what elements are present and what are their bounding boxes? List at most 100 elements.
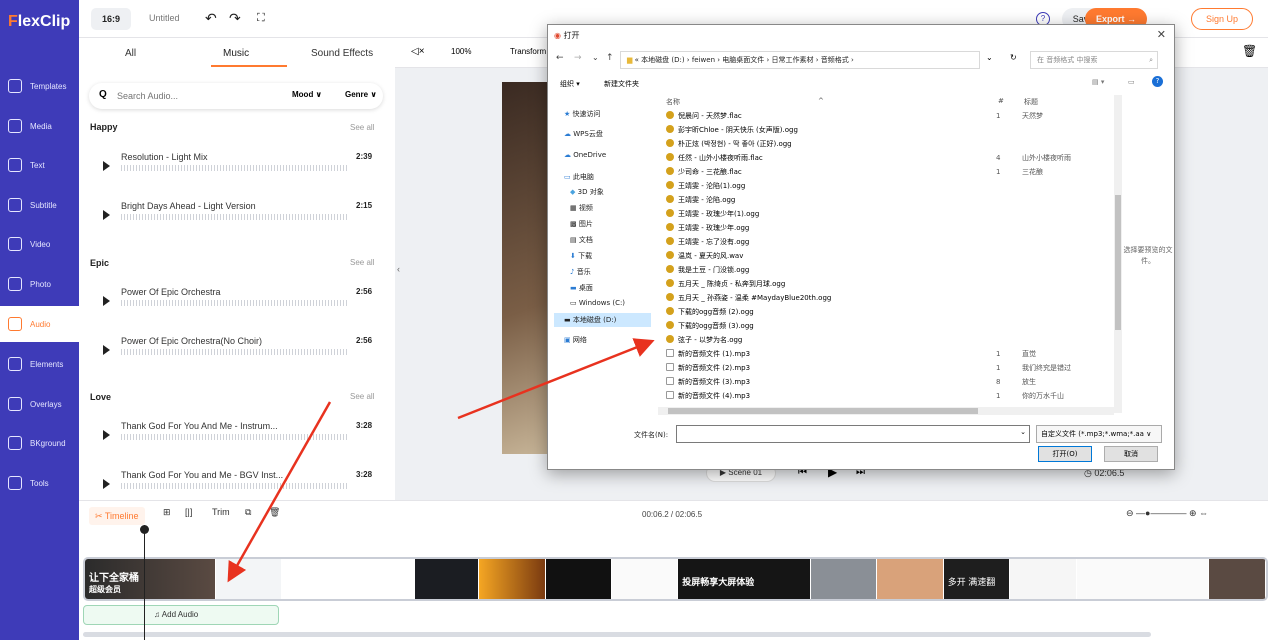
delete-icon[interactable]: 🗑 [269,507,280,518]
see-all-link[interactable]: See all [350,392,374,401]
transform-button[interactable]: Transform [510,47,546,56]
add-audio-button[interactable]: ♫ Add Audio [83,605,279,625]
playhead[interactable] [140,525,149,640]
video-clip[interactable] [877,559,944,599]
redo-icon[interactable]: ↷ [229,10,241,27]
play-icon[interactable] [103,430,110,440]
help-icon[interactable]: ? [1152,76,1163,87]
sidebar-item-video[interactable]: Video [0,226,79,262]
filename-input[interactable]: ⌄ [676,425,1030,443]
file-row[interactable]: 弦子 - 以梦为名.ogg [666,333,1116,347]
sidebar-item-audio[interactable]: Audio [0,306,79,342]
timeline-toggle[interactable]: ✂ Timeline [89,507,145,525]
track-item[interactable]: Bright Days Ahead - Light Version 2:15 [99,199,377,229]
zoom-dropdown[interactable]: 100% [451,47,471,56]
track-item[interactable]: Thank God For You and Me - BGV Inst... 3:… [99,468,377,498]
track-item[interactable]: Power Of Epic Orchestra(No Choir) 2:56 [99,334,377,364]
preview-pane-icon[interactable]: ▭ [1128,78,1135,86]
tab-all[interactable]: All [125,48,136,59]
aspect-ratio-button[interactable]: 16:9 [91,8,131,30]
file-list-hscroll[interactable] [658,407,1114,415]
nav-music[interactable]: ♪ 音乐 [570,267,591,277]
file-row[interactable]: 倪晨问 - 天然梦.flac 1 天然梦 [666,109,1116,123]
nav-onedrive[interactable]: ☁ OneDrive [564,151,606,159]
tab-sound-effects[interactable]: Sound Effects [311,48,373,59]
video-clip[interactable] [545,559,612,599]
nav-downloads[interactable]: ⬇ 下载 [570,251,592,261]
add-scene-icon[interactable]: ⊞ [163,507,171,518]
file-row[interactable]: 王靖雯 - 玫瑰少年(1).ogg [666,207,1116,221]
file-row[interactable]: 朴正炫 (박정현) - 딱 좋아 (正好).ogg [666,137,1116,151]
nav-pictures[interactable]: ▩ 图片 [570,219,593,229]
forward-icon[interactable]: → [574,53,582,63]
nav-this-pc[interactable]: ▭ 此电脑 [564,172,594,182]
view-options-icon[interactable]: ▤ ▾ [1092,78,1104,86]
file-row[interactable]: 任然 - 山外小楼夜听雨.flac 4 山外小楼夜听雨 [666,151,1116,165]
file-list-vscroll[interactable] [1114,95,1122,413]
nav-windows-c[interactable]: ▭ Windows (C:) [570,299,625,307]
file-row[interactable]: 下载的ogg音频 (3).ogg [666,319,1116,333]
file-row[interactable]: 王靖雯 - 沦陷(1).ogg [666,179,1116,193]
video-clip[interactable] [479,559,546,599]
video-clip[interactable] [611,559,679,599]
file-row[interactable]: 新的音频文件 (3).mp3 8 放生 [666,375,1116,389]
cancel-button[interactable]: 取消 [1104,446,1158,462]
file-row[interactable]: 温岚 - 夏天的风.wav [666,249,1116,263]
undo-icon[interactable]: ↶ [205,10,217,27]
chevron-down-icon[interactable]: ⌄ [986,53,993,62]
mute-icon[interactable]: ◁× [411,46,425,57]
see-all-link[interactable]: See all [350,258,374,267]
up-icon[interactable]: ↑ [606,53,614,63]
nav-desktop[interactable]: ▬ 桌面 [570,283,593,293]
play-icon[interactable] [103,161,110,171]
video-clip[interactable] [1076,559,1210,599]
split-icon[interactable]: [|] [185,507,192,517]
scroll-thumb[interactable] [1115,195,1121,330]
project-title[interactable]: Untitled [149,13,180,23]
copy-icon[interactable]: ⧉ [245,507,251,518]
chevron-down-icon[interactable]: ⌄ [1020,428,1026,436]
file-row[interactable]: 我是土豆 - 门没锁.ogg [666,263,1116,277]
file-row[interactable]: 彭宇昕Chloe - 阴天快乐 (女声版).ogg [666,123,1116,137]
chevron-down-icon[interactable]: ⌄ [592,53,599,62]
genre-dropdown[interactable]: Genre ∨ [345,90,377,99]
nav-network[interactable]: ▣ 网络 [564,335,587,345]
file-row[interactable]: 少司命 - 三花酿.flac 1 三花酿 [666,165,1116,179]
file-row[interactable]: 五月天 _ 孙燕姿 - 温柔 #MaydayBlue20th.ogg [666,291,1116,305]
play-icon[interactable] [103,296,110,306]
timeline-scrollbar[interactable] [83,632,1151,637]
track-item[interactable]: Resolution - Light Mix 2:39 [99,150,377,180]
column-header-name[interactable]: 名称 [666,97,680,107]
column-header-number[interactable]: # [998,97,1004,105]
nav-videos[interactable]: ▦ 视频 [570,203,593,213]
video-clip[interactable]: 让下全家桶 超级会员 [85,559,216,599]
play-icon[interactable] [103,210,110,220]
refresh-icon[interactable]: ↻ [1010,53,1017,62]
nav-3d-objects[interactable]: ◆ 3D 对象 [570,187,604,197]
file-row[interactable]: 下载的ogg音频 (2).ogg [666,305,1116,319]
scroll-thumb[interactable] [668,408,978,414]
sign-up-button[interactable]: Sign Up [1191,8,1253,30]
track-item[interactable]: Thank God For You And Me - Instrum... 3:2… [99,419,377,449]
video-clip[interactable] [811,559,878,599]
tab-music[interactable]: Music [223,48,249,59]
sidebar-item-bkground[interactable]: BKground [0,425,79,461]
timeline-zoom-slider[interactable]: ⊖ —●———— ⊕ ⇔ [1126,508,1208,519]
address-bar[interactable]: ▆ « 本地磁盘 (D:) › feiwen › 电脑桌面文件 › 日常工作素材… [620,51,980,69]
video-clip[interactable] [215,559,283,599]
play-icon[interactable] [103,345,110,355]
video-clip[interactable]: 多开 满速翻 [943,559,1011,599]
file-row[interactable]: 王靖雯 - 玫瑰少年.ogg [666,221,1116,235]
organize-button[interactable]: 组织 ▾ [560,79,580,89]
column-header-title[interactable]: 标题 [1024,97,1038,107]
file-row[interactable]: 新的音频文件 (1).mp3 1 直觉 [666,347,1116,361]
back-icon[interactable]: ← [556,53,564,63]
file-row[interactable]: 王靖雯 - 忘了没有.ogg [666,235,1116,249]
dialog-search-input[interactable]: 在 音频格式 中搜索 ⌕ [1030,51,1158,69]
sidebar-item-templates[interactable]: Templates [0,68,79,104]
video-clip[interactable] [414,559,480,599]
file-row[interactable]: 五月天 _ 陈绮贞 - 私奔到月球.ogg [666,277,1116,291]
sidebar-item-photo[interactable]: Photo [0,266,79,302]
nav-wps-cloud[interactable]: ☁ WPS云盘 [564,129,603,139]
search-input[interactable] [117,88,237,104]
